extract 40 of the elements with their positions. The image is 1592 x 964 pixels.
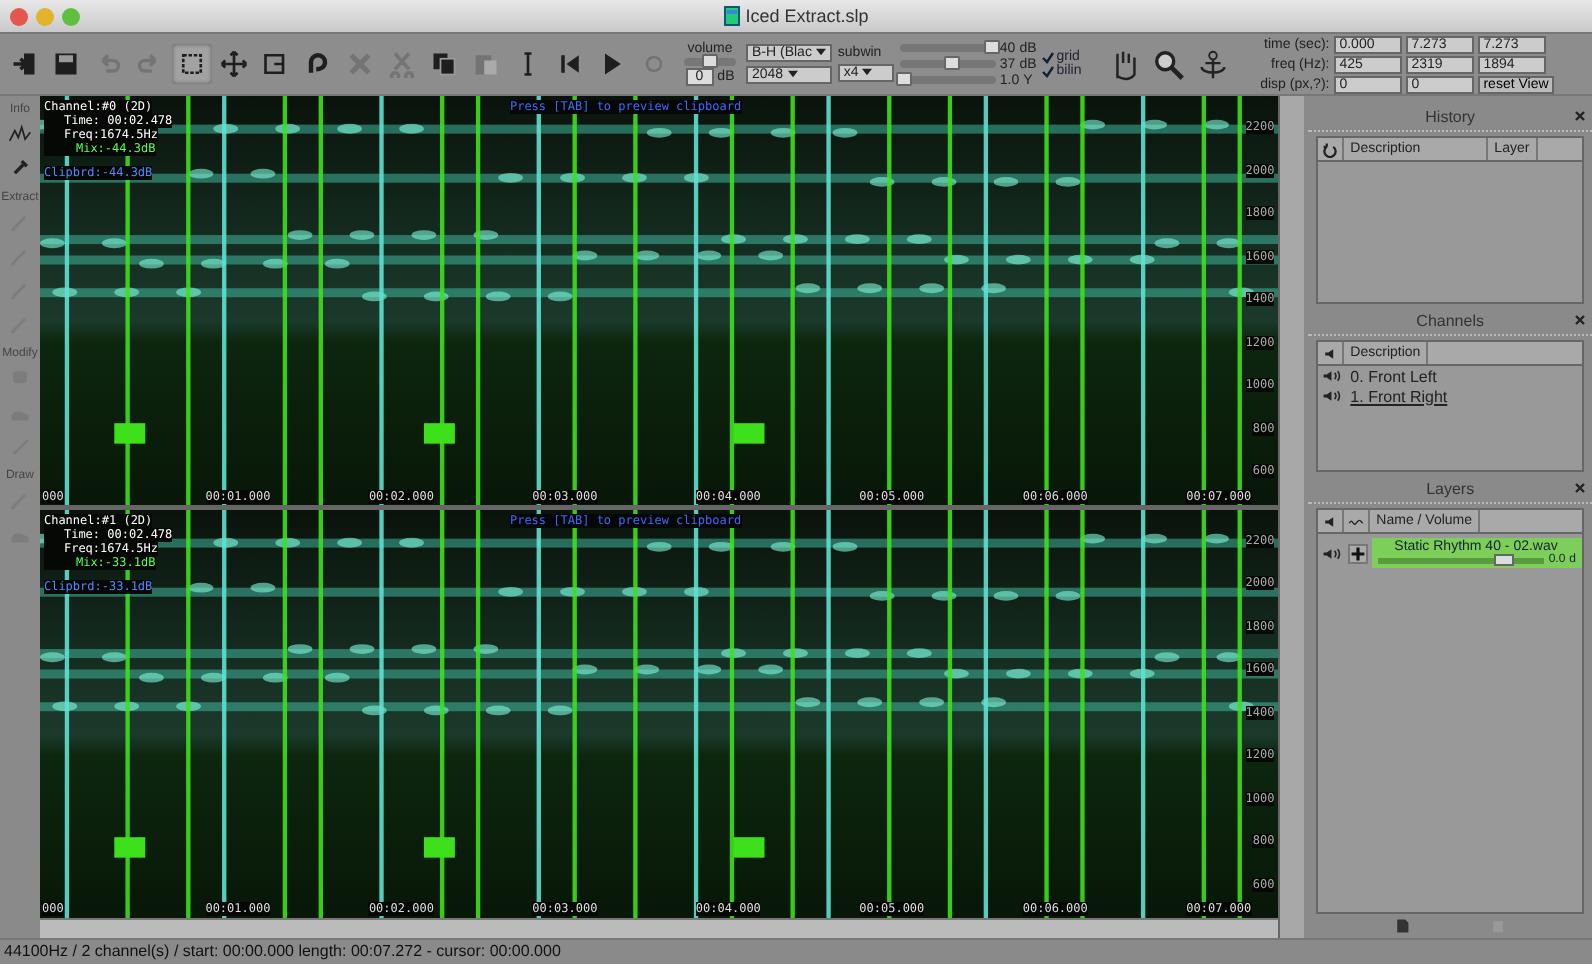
paste-icon bbox=[472, 50, 500, 78]
select-tool-button[interactable] bbox=[172, 44, 212, 84]
layer-volume-slider[interactable] bbox=[1378, 557, 1545, 563]
speaker-icon bbox=[1322, 513, 1339, 529]
close-icon[interactable] bbox=[1574, 482, 1586, 494]
status-bar: 44100Hz / 2 channel(s) / start: 00:00.000 length: 00:07.272 - cursor: 00:00.000 bbox=[0, 938, 1592, 964]
channel-item[interactable]: 1. Front Right bbox=[1350, 387, 1448, 405]
copy-icon bbox=[430, 50, 458, 78]
close-icon[interactable] bbox=[1574, 110, 1586, 122]
move-icon bbox=[220, 50, 248, 78]
vertical-scrollbar[interactable] bbox=[1278, 96, 1305, 938]
speaker-icon[interactable] bbox=[1322, 545, 1345, 561]
panel-title: Channels bbox=[1416, 312, 1484, 330]
speaker-icon bbox=[1322, 345, 1339, 361]
close-button[interactable] bbox=[10, 7, 28, 25]
document-icon bbox=[723, 6, 740, 26]
refresh-icon bbox=[1322, 141, 1339, 157]
delete-icon bbox=[346, 50, 374, 78]
horizontal-scrollbar[interactable] bbox=[39, 918, 1279, 938]
window-title: Iced Extract.slp bbox=[745, 6, 869, 26]
speaker-icon[interactable] bbox=[1322, 368, 1345, 384]
caret-icon bbox=[815, 48, 826, 56]
channel-item[interactable]: 0. Front Left bbox=[1350, 367, 1437, 385]
plus-icon bbox=[1350, 545, 1367, 561]
panel-title: Layers bbox=[1426, 480, 1475, 498]
caret-icon bbox=[862, 68, 873, 76]
cut-icon bbox=[388, 50, 416, 78]
speaker-icon[interactable] bbox=[1322, 388, 1345, 404]
import-icon bbox=[10, 50, 38, 78]
close-icon[interactable] bbox=[1574, 314, 1586, 326]
caret-icon bbox=[787, 70, 798, 78]
record-icon bbox=[640, 50, 668, 78]
panel-title: History bbox=[1425, 108, 1476, 126]
new-layer-icon[interactable] bbox=[1394, 918, 1411, 934]
save-icon bbox=[52, 50, 80, 78]
select-icon bbox=[178, 50, 206, 78]
add-button[interactable] bbox=[1348, 543, 1369, 563]
rewind-icon bbox=[556, 50, 584, 78]
wave-icon bbox=[7, 122, 32, 146]
resize-icon bbox=[262, 50, 290, 78]
